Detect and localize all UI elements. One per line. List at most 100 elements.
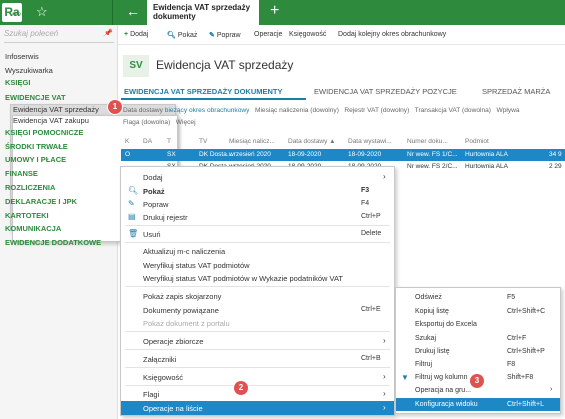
page-title: Ewidencja VAT sprzedaży bbox=[156, 58, 294, 72]
sidebar-item-deklaracje-i-jpk[interactable]: DEKLARACJE I JPK bbox=[5, 197, 77, 206]
show-label: Pokaż bbox=[177, 32, 198, 39]
menu-item-ksiegowosc[interactable]: Księgowość › bbox=[121, 370, 394, 384]
menu-item-pokaz[interactable]: 🔍︎ Pokaż F3 bbox=[121, 184, 394, 198]
filter-bar: Data dostawy bieżący okres obrachunkowy … bbox=[123, 107, 520, 114]
col-subject[interactable]: Podmiot bbox=[465, 138, 489, 145]
tab-ewidencja-vat[interactable]: Ewidencja VAT sprzedaży dokumenty bbox=[147, 0, 259, 25]
menu-item-label: Weryfikuj status VAT podmiotów bbox=[143, 261, 250, 270]
sidebar-item-rozliczenia[interactable]: ROZLICZENIA bbox=[5, 183, 55, 192]
sidebar-item-ksiegi-pomocnicze[interactable]: KSIĘGI POMOCNICZE bbox=[5, 128, 83, 137]
submenu-item-label: Konfiguracja widoku bbox=[415, 401, 478, 408]
callout-badge-3: 3 bbox=[470, 374, 484, 388]
show-button[interactable]: 🔍︎ Pokaż bbox=[167, 31, 197, 39]
app-logo[interactable]: Ra PRO bbox=[2, 3, 22, 22]
sidebar-item-ksiegi[interactable]: KSIĘGI bbox=[5, 78, 30, 87]
filter-more[interactable]: Więcej bbox=[176, 119, 196, 126]
chevron-right-icon: › bbox=[383, 336, 386, 345]
menu-item-operacje-na-liscie[interactable]: Operacje na liście › bbox=[121, 401, 394, 415]
menu-item-aktualizuj[interactable]: Aktualizuj m-c naliczenia bbox=[121, 244, 394, 258]
submenu-item-drukuj-liste[interactable]: Drukuj listę Ctrl+Shift+P bbox=[396, 345, 560, 358]
menu-item-zalaczniki[interactable]: Załączniki Ctrl+B bbox=[121, 352, 394, 366]
module-badge: SV bbox=[123, 55, 149, 77]
plus-icon: + bbox=[124, 31, 129, 38]
filter-register[interactable]: Rejestr VAT (dowolny) bbox=[344, 107, 409, 114]
sidebar-item-wyszukiwarka[interactable]: Wyszukiwarka bbox=[5, 66, 53, 75]
search-icon: 🔍︎ bbox=[167, 32, 176, 39]
accounting-button[interactable]: Księgowość bbox=[289, 31, 326, 38]
col-t[interactable]: T bbox=[167, 138, 171, 145]
operations-button[interactable]: Operacje bbox=[254, 31, 282, 38]
col-month[interactable]: Miesiąc nalicz... bbox=[229, 138, 275, 145]
cell: 18-09-2020 bbox=[348, 151, 382, 158]
sidebar-item-finanse[interactable]: FINANSE bbox=[5, 169, 38, 178]
col-tv[interactable]: TV bbox=[199, 138, 207, 145]
menu-item-label: Drukuj rejestr bbox=[143, 213, 188, 222]
submenu-item-kopiuj[interactable]: Kopiuj listę Ctrl+Shift+C bbox=[396, 305, 560, 318]
edit-button[interactable]: ✎ Popraw bbox=[209, 31, 241, 39]
filter-payment[interactable]: Wpływa bbox=[497, 107, 520, 114]
sidebar-item-ewidencje-dodatkowe[interactable]: EWIDENCJE DODATKOWE bbox=[5, 238, 101, 247]
menu-item-drukuj-rejestr[interactable]: ▤ Drukuj rejestr Ctrl+P bbox=[121, 210, 394, 224]
col-doc-number[interactable]: Numer doku... bbox=[407, 138, 448, 145]
chevron-right-icon: › bbox=[383, 172, 386, 181]
menu-item-label: Pokaż bbox=[143, 187, 165, 196]
menu-item-label: Flagi bbox=[143, 390, 160, 399]
sidebar-item-ewidencje-vat[interactable]: EWIDENCJE VAT bbox=[5, 93, 66, 102]
chevron-right-icon: › bbox=[550, 386, 553, 393]
cell: Hurtownia ALA bbox=[465, 151, 508, 158]
submenu-item-konfiguracja-widoku[interactable]: Konfiguracja widoku Ctrl+Shift+L bbox=[396, 398, 560, 411]
tab-pozycje[interactable]: EWIDENCJA VAT SPRZEDAŻY POZYCJE bbox=[314, 87, 457, 96]
filter-date-value[interactable]: bieżący okres obrachunkowy bbox=[165, 107, 250, 114]
menu-item-dodaj[interactable]: Dodaj › bbox=[121, 170, 394, 184]
sidebar-item-infoserwis[interactable]: Infoserwis bbox=[5, 52, 39, 61]
cell: 34 9 bbox=[549, 151, 562, 158]
cell: 2 29 bbox=[549, 163, 562, 170]
pin-icon[interactable]: 📌 bbox=[103, 29, 112, 37]
callout-badge-2: 2 bbox=[234, 381, 248, 395]
menu-item-usun[interactable]: 🗑︎ Usuń Delete bbox=[121, 227, 394, 241]
submenu-item-odswiez[interactable]: Odśwież F5 bbox=[396, 291, 560, 304]
add-button[interactable]: + Dodaj bbox=[124, 31, 148, 38]
table-row[interactable]: O SX DK Dosta... wrzesień 2020 18-09-202… bbox=[121, 149, 565, 161]
add-label: Dodaj bbox=[130, 31, 149, 38]
menu-item-label: Dokumenty powiązane bbox=[143, 306, 219, 315]
filter-month[interactable]: Miesiąc naliczenia (dowolny) bbox=[255, 107, 339, 114]
submenu-item-filtruj[interactable]: Filtruj F8 bbox=[396, 358, 560, 371]
col-issue-date[interactable]: Data wystawi... bbox=[348, 138, 392, 145]
filter-transaction[interactable]: Transakcja VAT (dowolna) bbox=[415, 107, 491, 114]
back-arrow-icon[interactable]: ← bbox=[126, 3, 140, 19]
menu-item-weryfikuj-wykaz[interactable]: Weryfikuj status VAT podmiotów w Wykazie… bbox=[121, 271, 394, 285]
menu-item-popraw[interactable]: ✎ Popraw F4 bbox=[121, 197, 394, 211]
tab-marza[interactable]: SPRZEDAŻ MARŻA bbox=[482, 87, 550, 96]
submenu-item-eksportuj[interactable]: Eksportuj do Excela bbox=[396, 318, 560, 331]
cell: O bbox=[125, 151, 131, 158]
submenu-item-label: Drukuj listę bbox=[415, 348, 450, 355]
submenu-item-label: Filtruj bbox=[415, 361, 433, 368]
menu-item-dokumenty-powiazane[interactable]: Dokumenty powiązane Ctrl+E bbox=[121, 303, 394, 317]
new-tab-plus-icon[interactable]: + bbox=[270, 2, 279, 20]
sidebar-item-komunikacja[interactable]: KOMUNIKACJA bbox=[5, 224, 61, 233]
menu-item-weryfikuj[interactable]: Weryfikuj status VAT podmiotów bbox=[121, 258, 394, 272]
command-search-input[interactable]: Szukaj poleceń 📌 bbox=[4, 29, 114, 43]
menu-item-operacje-zbiorcze[interactable]: Operacje zbiorcze › bbox=[121, 334, 394, 348]
star-icon[interactable]: ☆ bbox=[36, 4, 48, 20]
sidebar-item-kartoteki[interactable]: KARTOTEKI bbox=[5, 211, 49, 220]
tab-dokumenty[interactable]: EWIDENCJA VAT SPRZEDAŻY DOKUMENTY bbox=[124, 87, 282, 96]
title-bar: Ra PRO ☆ ← Ewidencja VAT sprzedaży dokume… bbox=[0, 0, 565, 25]
filter-date-label: Data dostawy bbox=[123, 107, 163, 114]
menu-item-label: Pokaż zapis skojarzony bbox=[143, 292, 222, 301]
sidebar-item-umowy-i-place[interactable]: UMOWY I PŁACE bbox=[5, 155, 66, 164]
col-da[interactable]: DA bbox=[143, 138, 152, 145]
add-period-button[interactable]: Dodaj kolejny okres obrachunkowy bbox=[338, 31, 446, 38]
menu-separator bbox=[125, 286, 390, 287]
sidebar-item-srodki-trwale[interactable]: ŚRODKI TRWAŁE bbox=[5, 142, 68, 151]
filter-flag[interactable]: Flaga (dowolna) bbox=[123, 119, 170, 126]
col-k[interactable]: K bbox=[125, 138, 129, 145]
col-delivery-date[interactable]: Data dostawy ▲ bbox=[288, 138, 336, 145]
menu-item-zapis-skojarzony[interactable]: Pokaż zapis skojarzony bbox=[121, 289, 394, 303]
submenu-item-szukaj[interactable]: Szukaj Ctrl+F bbox=[396, 332, 560, 345]
menu-item-label: Pokaż dokument z portalu bbox=[143, 319, 230, 328]
pencil-icon: ✎ bbox=[128, 199, 135, 208]
menu-item-flagi[interactable]: Flagi › bbox=[121, 387, 394, 401]
submenu-item-shortcut: Ctrl+Shift+C bbox=[507, 308, 546, 315]
